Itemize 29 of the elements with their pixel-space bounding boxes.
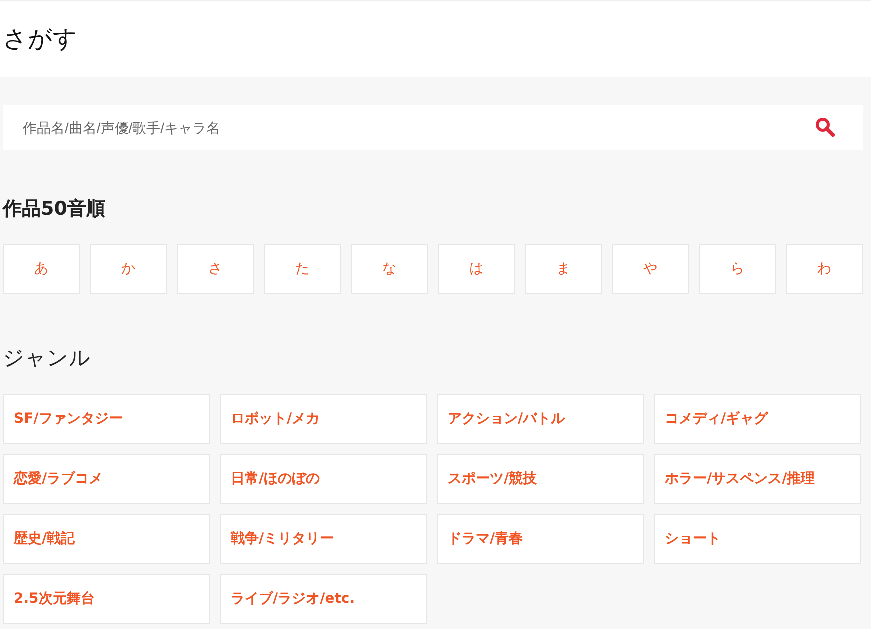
genre-link[interactable]: スポーツ/競技 [437,454,644,504]
kana-link[interactable]: か [90,244,167,294]
kana-link[interactable]: ら [699,244,776,294]
genre-link[interactable]: 歴史/戦記 [3,514,210,564]
kana-link[interactable]: た [264,244,341,294]
genre-link[interactable]: アクション/バトル [437,394,644,444]
section-heading: ジャンル [3,345,92,372]
kana-link[interactable]: な [351,244,428,294]
kana-link[interactable]: さ [177,244,254,294]
genre-link[interactable]: ロボット/メカ [220,394,427,444]
kana-link[interactable]: や [612,244,689,294]
kana-link[interactable]: あ [3,244,80,294]
page-title: さがす [3,24,78,55]
genre-link[interactable]: ショート [654,514,861,564]
kana-link[interactable]: ま [525,244,602,294]
genre-link[interactable]: 日常/ほのぼの [220,454,427,504]
genre-link[interactable]: ドラマ/青春 [437,514,644,564]
search-field[interactable]: 作品名/曲名/声優/歌手/キャラ名 [3,105,863,150]
search-icon[interactable] [815,117,835,137]
genre-link[interactable]: SF/ファンタジー [3,394,210,444]
genre-link[interactable]: 戦争/ミリタリー [220,514,427,564]
kana-link[interactable]: わ [786,244,863,294]
genre-link[interactable]: ライブ/ラジオ/etc. [220,574,427,624]
kana-link[interactable]: は [438,244,515,294]
genre-link[interactable]: 恋愛/ラブコメ [3,454,210,504]
genre-link[interactable]: ホラー/サスペンス/推理 [654,454,861,504]
section-heading: 作品50音順 [3,197,106,222]
genre-link[interactable]: 2.5次元舞台 [3,574,210,624]
genre-link[interactable]: コメディ/ギャグ [654,394,861,444]
